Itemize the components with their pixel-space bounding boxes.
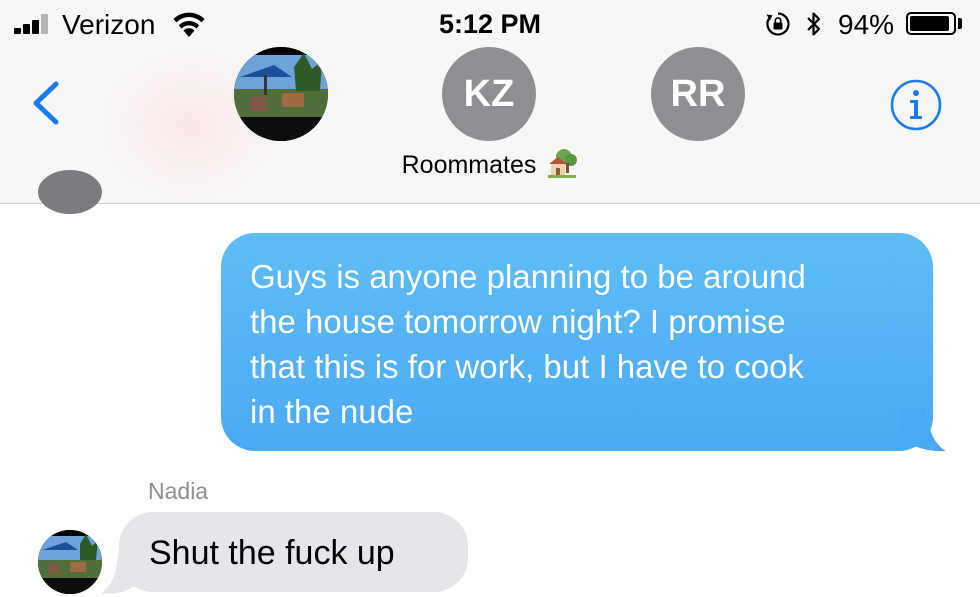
outgoing-message-bubble[interactable]: Guys is anyone planning to be around the… [221, 233, 933, 451]
sender-avatar-nadia[interactable] [38, 530, 102, 594]
chevron-left-icon[interactable] [26, 78, 66, 128]
house-with-garden-icon [548, 149, 578, 178]
message-text: Shut the fuck up [149, 534, 395, 572]
status-bar: Verizon 5:12 PM 94% [0, 0, 980, 48]
outgoing-bubble-tail [900, 408, 946, 452]
message-line: the house tomorrow night? I promise [250, 303, 786, 340]
participant-avatar-rr[interactable]: RR [651, 47, 745, 141]
bluetooth-icon [807, 12, 821, 36]
participant-photo-avatar[interactable] [234, 47, 328, 141]
avatar-initials: KZ [463, 72, 515, 115]
battery-percentage: 94% [838, 9, 895, 40]
battery-icon [906, 12, 956, 35]
photo-thumbnail-icon [234, 47, 328, 141]
clock-time: 5:12 PM [438, 9, 542, 39]
conversation-header: Verizon 5:12 PM 94% KZ RR Roommates [0, 0, 980, 204]
battery-nub [958, 18, 962, 29]
participant-avatar-kz[interactable]: KZ [442, 47, 536, 141]
group-name-text: Roommates [401, 151, 537, 179]
sender-name: Nadia [148, 478, 209, 504]
info-icon[interactable] [889, 78, 943, 132]
battery-level-fill [910, 16, 949, 31]
previous-sender-avatar [38, 170, 102, 214]
message-line: that this is for work, but I have to coo… [250, 348, 804, 385]
rotation-lock-icon [766, 12, 790, 36]
message-line: Guys is anyone planning to be around [250, 258, 806, 295]
avatar-initials: RR [670, 72, 726, 115]
photo-thumbnail-icon [38, 530, 102, 594]
message-line: in the nude [250, 393, 414, 430]
incoming-message-bubble[interactable]: Shut the fuck up [119, 512, 468, 592]
group-title[interactable]: Roommates [0, 147, 980, 180]
